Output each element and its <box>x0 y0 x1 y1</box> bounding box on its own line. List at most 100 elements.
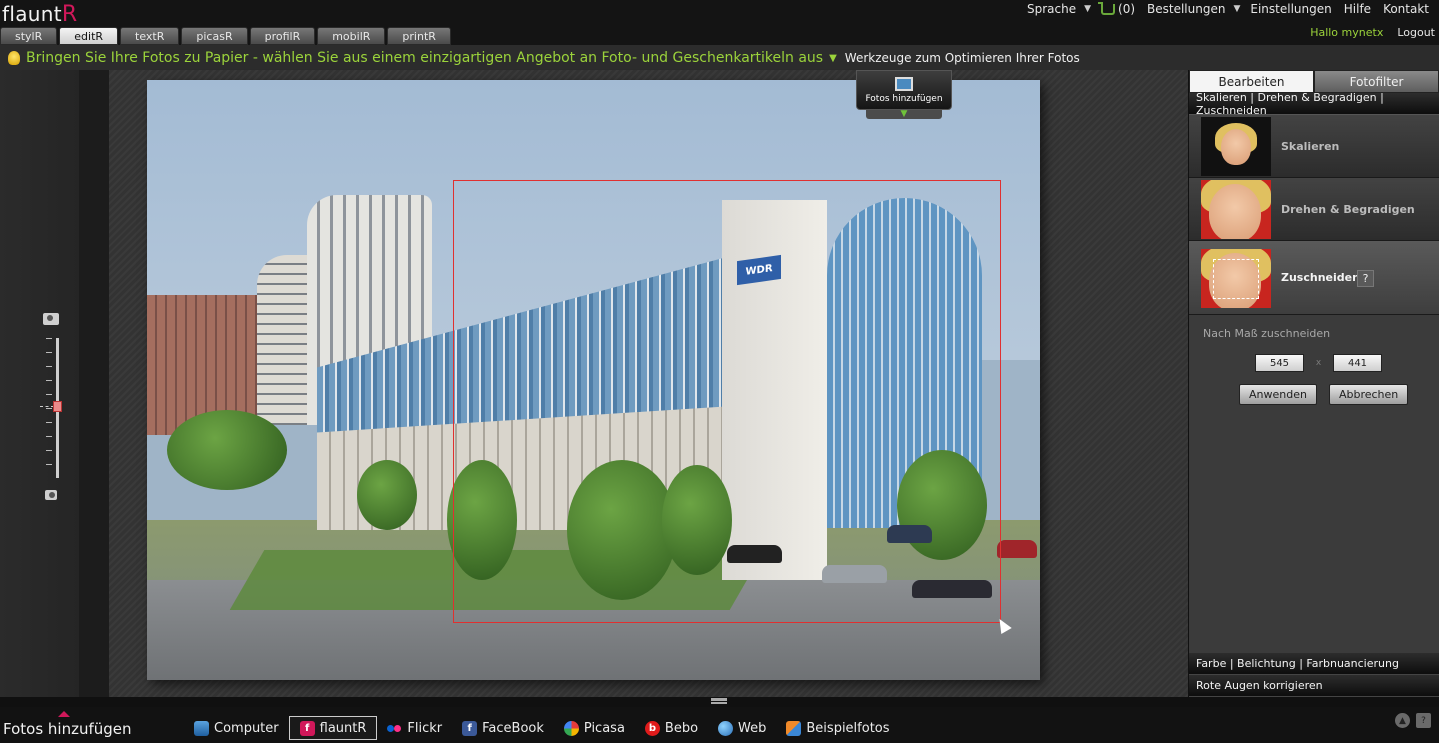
computer-icon <box>194 720 209 736</box>
language-dropdown-icon[interactable]: ▼ <box>1082 4 1095 14</box>
tools-caption: Werkzeuge zum Optimieren Ihrer Fotos <box>844 50 1080 65</box>
help-link[interactable]: Hilfe <box>1338 2 1377 16</box>
canvas-gutter <box>79 70 109 697</box>
rotate-thumbnail <box>1201 180 1271 239</box>
zoom-ticks <box>46 338 52 478</box>
tool-resize[interactable]: Skalieren <box>1189 115 1439 178</box>
editing-canvas: WDR Fotos hinzufügen ▼ <box>79 70 1188 697</box>
tool-crop[interactable]: Zuschneiden ? <box>1189 241 1439 315</box>
source-label: FaceBook <box>482 720 544 736</box>
source-label: Beispielfotos <box>806 720 890 736</box>
cancel-button[interactable]: Abbrechen <box>1328 384 1409 405</box>
tab-editr[interactable]: editR <box>59 27 119 45</box>
tab-textr[interactable]: textR <box>120 27 180 45</box>
tab-picasr[interactable]: picasR <box>181 27 248 45</box>
crop-thumbnail <box>1201 249 1271 308</box>
photo-preview[interactable]: WDR <box>147 80 1040 680</box>
tool-resize-label: Skalieren <box>1281 139 1340 153</box>
app-tabs: stylR editR textR picasR profilR mobilR … <box>0 27 451 45</box>
panel-bottom-sections: Farbe | Belichtung | Farbnuancierung Rot… <box>1189 653 1439 697</box>
source-label: Bebo <box>664 720 699 736</box>
zoom-strip <box>0 70 79 697</box>
resize-thumbnail <box>1201 117 1271 176</box>
section-red-eye[interactable]: Rote Augen korrigieren <box>1189 675 1439 697</box>
crop-custom-caption: Nach Maß zuschneiden <box>1203 327 1331 340</box>
crop-options: Nach Maß zuschneiden 545 x 441 Anwenden … <box>1189 327 1439 405</box>
flauntr-logo[interactable]: flauntR <box>2 2 77 27</box>
user-row: Hallo mynetx Logout <box>1310 26 1435 39</box>
orders-link[interactable]: Bestellungen <box>1141 2 1231 16</box>
crop-selection-rectangle[interactable] <box>453 180 1001 623</box>
tab-stylr[interactable]: stylR <box>0 27 58 45</box>
orders-dropdown-icon[interactable]: ▼ <box>1231 4 1244 14</box>
edit-panel: Bearbeiten Fotofilter Skalieren | Drehen… <box>1188 70 1439 697</box>
tab-profilr[interactable]: profilR <box>249 27 316 45</box>
help-icon[interactable]: ? <box>1416 713 1431 728</box>
source-computer[interactable]: Computer <box>184 716 289 740</box>
lightbulb-icon <box>8 50 20 65</box>
top-links: Sprache ▼ (0) Bestellungen ▼ Einstellung… <box>1021 1 1435 16</box>
promo-bar: Bringen Sie Ihre Fotos zu Papier - wähle… <box>0 45 1439 70</box>
crop-help-button[interactable]: ? <box>1357 270 1374 287</box>
source-label: Computer <box>214 720 279 736</box>
settings-link[interactable]: Einstellungen <box>1244 2 1337 16</box>
photo-sources: Computer f flauntR Flickr f FaceBook Pic… <box>184 716 900 740</box>
expand-up-icon[interactable] <box>58 711 70 717</box>
add-photos-popup-button[interactable]: Fotos hinzufügen <box>856 70 952 110</box>
globe-icon <box>718 720 734 736</box>
logout-link[interactable]: Logout <box>1397 26 1435 39</box>
source-label: Picasa <box>583 720 625 736</box>
crop-height-input[interactable]: 441 <box>1333 354 1382 372</box>
source-facebook[interactable]: f FaceBook <box>452 716 554 740</box>
zoom-indicator-line <box>40 406 54 407</box>
zoom-in-icon[interactable] <box>43 313 59 325</box>
chevron-down-icon: ▼ <box>900 109 908 119</box>
zoom-out-icon[interactable] <box>45 490 57 500</box>
crop-dimensions: 545 x 441 <box>1203 354 1425 372</box>
dimension-separator: x <box>1315 358 1322 368</box>
flauntr-icon: f <box>299 720 315 736</box>
source-label: Flickr <box>407 720 443 736</box>
source-flickr[interactable]: Flickr <box>377 716 452 740</box>
photo-tree <box>167 410 287 490</box>
add-photos-popup-handle[interactable]: ▼ <box>866 110 942 119</box>
tab-mobilr[interactable]: mobilR <box>317 27 386 45</box>
flickr-icon <box>387 721 402 736</box>
cart-link[interactable]: (0) <box>1095 1 1141 16</box>
promo-link[interactable]: Bringen Sie Ihre Fotos zu Papier - wähle… <box>26 50 823 66</box>
user-greeting[interactable]: Hallo mynetx <box>1310 26 1383 39</box>
cart-icon <box>1098 1 1116 15</box>
bebo-icon: b <box>644 720 660 736</box>
language-link[interactable]: Sprache <box>1021 2 1082 16</box>
contact-link[interactable]: Kontakt <box>1377 2 1435 16</box>
tool-rotate-label: Drehen & Begradigen <box>1281 202 1415 216</box>
crop-width-input[interactable]: 545 <box>1255 354 1304 372</box>
picasa-icon <box>563 720 579 736</box>
photo-car <box>997 540 1037 558</box>
app-window: flauntR Sprache ▼ (0) Bestellungen ▼ Ein… <box>0 0 1439 743</box>
promo-dropdown-icon[interactable]: ▼ <box>829 53 837 64</box>
crop-actions: Anwenden Abbrechen <box>1203 384 1425 405</box>
scroll-up-icon[interactable]: ▲ <box>1395 713 1410 728</box>
photo-add-icon <box>895 76 913 91</box>
section-color-exposure[interactable]: Farbe | Belichtung | Farbnuancierung <box>1189 653 1439 675</box>
sample-photos-icon <box>786 720 802 736</box>
zoom-slider-handle[interactable] <box>53 401 62 412</box>
add-photos-popup-label: Fotos hinzufügen <box>865 93 943 104</box>
tab-printr[interactable]: printR <box>387 27 451 45</box>
source-label: Web <box>738 720 767 736</box>
cart-count: (0) <box>1118 2 1136 16</box>
panel-splitter[interactable] <box>0 697 1439 707</box>
add-photos-label[interactable]: Fotos hinzufügen <box>3 720 132 738</box>
splitter-grip-icon[interactable] <box>711 698 727 704</box>
source-flauntr[interactable]: f flauntR <box>288 716 378 740</box>
section-resize-rotate-crop[interactable]: Skalieren | Drehen & Begradigen | Zuschn… <box>1189 91 1439 117</box>
apply-button[interactable]: Anwenden <box>1239 384 1317 405</box>
source-picasa[interactable]: Picasa <box>554 716 635 740</box>
facebook-icon: f <box>462 720 478 736</box>
source-bebo[interactable]: b Bebo <box>635 716 708 740</box>
source-web[interactable]: Web <box>708 716 776 740</box>
tool-rotate-straighten[interactable]: Drehen & Begradigen <box>1189 178 1439 241</box>
source-sample-photos[interactable]: Beispielfotos <box>776 716 899 740</box>
tool-crop-label: Zuschneiden <box>1281 271 1360 284</box>
